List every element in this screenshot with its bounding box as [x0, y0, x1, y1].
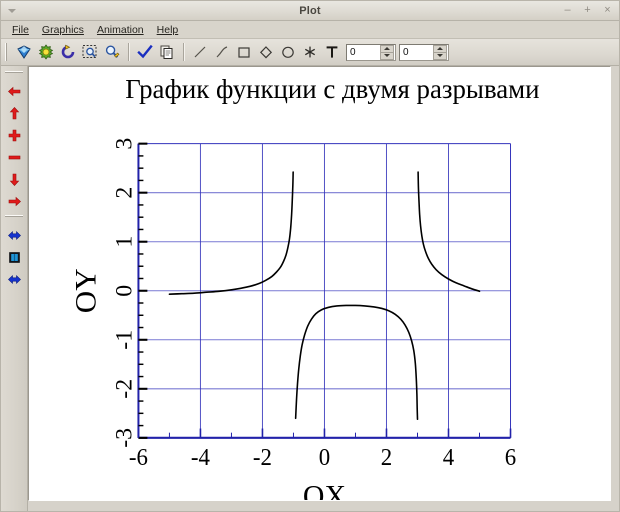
- menu-animation[interactable]: Animation: [91, 23, 151, 37]
- window-title: Plot: [299, 4, 321, 17]
- curve-branch-middle: [294, 304, 419, 421]
- y-spinner-up-icon[interactable]: [434, 46, 446, 53]
- close-button[interactable]: ×: [602, 5, 613, 16]
- y-coordinate-spinner[interactable]: 0: [399, 43, 449, 61]
- y-tick-label: 0: [112, 285, 137, 297]
- diamond-icon[interactable]: [255, 41, 277, 63]
- y-coordinate-value[interactable]: 0: [400, 47, 433, 58]
- plot-canvas[interactable]: -6 -4 -2 0 2 4 6 -3 -2 -1 0 1 2 3 OX OY График функции с…: [28, 66, 611, 501]
- side-toolbar-drag-handle-2[interactable]: [5, 214, 23, 220]
- menu-animation-label: Animation: [96, 23, 144, 36]
- side-toolbar: [1, 66, 28, 511]
- magnifier-icon[interactable]: [101, 41, 123, 63]
- chart-title: График функции с двумя разрывами: [125, 74, 540, 105]
- arrow-right-icon[interactable]: [3, 190, 26, 212]
- x-tick-label: -4: [191, 444, 210, 471]
- plot-figure: -6 -4 -2 0 2 4 6 -3 -2 -1 0 1 2 3 OX OY График функции с…: [69, 74, 540, 500]
- page-blue-icon[interactable]: [3, 246, 26, 268]
- arrow-right-blue-icon[interactable]: [3, 224, 26, 246]
- menu-graphics[interactable]: Graphics: [36, 23, 91, 37]
- y-spinner-down-icon[interactable]: [434, 53, 446, 59]
- x-tick-label: -2: [253, 444, 272, 471]
- x-tick-label: -6: [129, 444, 148, 471]
- maximize-button[interactable]: +: [582, 5, 593, 16]
- menu-help-label: Help: [156, 23, 179, 36]
- menu-file-label: File: [12, 23, 29, 36]
- x-tick-label: 2: [381, 444, 392, 471]
- refresh-circle-icon[interactable]: [57, 41, 79, 63]
- minimize-button[interactable]: –: [562, 5, 573, 16]
- y-tick-label: -1: [112, 330, 137, 350]
- plus-icon[interactable]: [3, 124, 26, 146]
- plot-window: Plot – + × File Graphics Animation Help: [0, 0, 620, 512]
- toolbar-separator-2: [183, 43, 184, 61]
- y-spinner-arrows[interactable]: [433, 44, 447, 60]
- asterisk-icon[interactable]: [299, 41, 321, 63]
- menu-bar: File Graphics Animation Help: [1, 21, 619, 39]
- x-spinner-down-icon[interactable]: [381, 53, 393, 59]
- x-axis-title: OX: [303, 479, 346, 500]
- copy-icon[interactable]: [156, 41, 178, 63]
- toolbar-drag-handle[interactable]: [4, 42, 10, 62]
- y-tick-label: -3: [112, 428, 137, 448]
- x-tick-label: 0: [319, 444, 330, 471]
- x-spinner-up-icon[interactable]: [381, 46, 393, 53]
- green-gear-icon[interactable]: [35, 41, 57, 63]
- ellipse-icon[interactable]: [277, 41, 299, 63]
- curve-branch-left: [168, 171, 294, 296]
- curve-icon[interactable]: [211, 41, 233, 63]
- window-controls: – + ×: [562, 5, 613, 16]
- canvas-container: -6 -4 -2 0 2 4 6 -3 -2 -1 0 1 2 3 OX OY График функции с…: [28, 66, 619, 511]
- line-icon[interactable]: [189, 41, 211, 63]
- title-bar: Plot – + ×: [1, 1, 619, 21]
- arrow-left-blue-icon[interactable]: [3, 268, 26, 290]
- menu-help[interactable]: Help: [151, 23, 186, 37]
- menu-file[interactable]: File: [6, 23, 36, 37]
- window-body: -6 -4 -2 0 2 4 6 -3 -2 -1 0 1 2 3 OX OY График функции с…: [1, 66, 619, 511]
- y-tick-label: 1: [112, 236, 137, 248]
- y-tick-label: 3: [112, 138, 137, 150]
- diamond-gem-icon[interactable]: [13, 41, 35, 63]
- rectangle-icon[interactable]: [233, 41, 255, 63]
- y-axis-title: OY: [69, 268, 102, 313]
- toolbar-separator-1: [128, 43, 129, 61]
- menu-graphics-label: Graphics: [41, 23, 84, 36]
- arrow-down-icon[interactable]: [3, 168, 26, 190]
- x-tick-label: 6: [505, 444, 516, 471]
- tick-labels: -6 -4 -2 0 2 4 6 -3 -2 -1 0 1 2 3: [112, 138, 516, 471]
- x-coordinate-spinner[interactable]: 0: [346, 43, 396, 61]
- x-tick-label: 4: [443, 444, 455, 471]
- arrow-left-icon[interactable]: [3, 80, 26, 102]
- x-coordinate-value[interactable]: 0: [347, 47, 380, 58]
- main-toolbar: 0 0: [1, 39, 619, 66]
- minus-icon[interactable]: [3, 146, 26, 168]
- text-icon[interactable]: [321, 41, 343, 63]
- y-tick-label: -2: [112, 379, 137, 399]
- arrow-up-icon[interactable]: [3, 102, 26, 124]
- x-spinner-arrows[interactable]: [380, 44, 394, 60]
- grid-lines: [138, 143, 511, 438]
- zoom-select-icon[interactable]: [79, 41, 101, 63]
- side-toolbar-drag-handle-1[interactable]: [5, 70, 23, 76]
- y-tick-label: 2: [112, 187, 137, 199]
- check-icon[interactable]: [134, 41, 156, 63]
